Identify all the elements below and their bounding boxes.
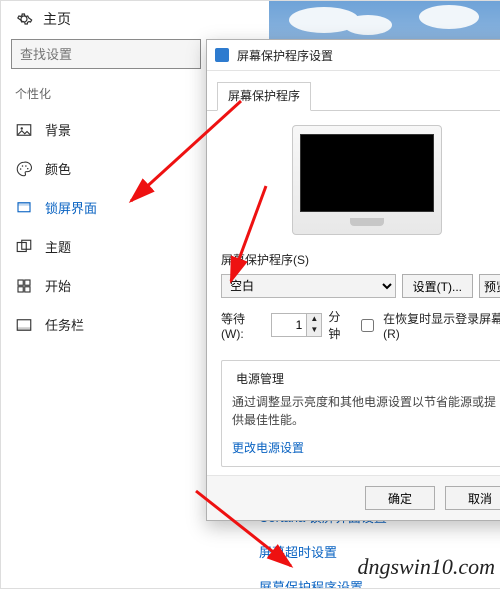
resume-checkbox[interactable] <box>361 319 374 332</box>
preview-screen <box>300 134 434 212</box>
resume-label: 在恢复时显示登录屏幕(R) <box>383 310 500 341</box>
sidebar-item-background[interactable]: 背景 <box>1 110 211 149</box>
wait-label: 等待(W): <box>221 310 265 341</box>
sidebar-item-colors[interactable]: 颜色 <box>1 149 211 188</box>
dialog-title: 屏幕保护程序设置 <box>237 47 333 64</box>
themes-icon <box>15 238 33 256</box>
sidebar-item-label: 开始 <box>45 276 71 295</box>
sidebar-item-start[interactable]: 开始 <box>1 266 211 305</box>
sidebar-item-label: 任务栏 <box>45 315 84 334</box>
section-label: 个性化 <box>1 83 211 110</box>
sidebar-item-label: 颜色 <box>45 159 71 178</box>
start-icon <box>15 277 33 295</box>
preview-button[interactable]: 预览 <box>479 274 500 298</box>
wait-spinner[interactable]: ▲ ▼ <box>271 313 322 337</box>
home-label: 主页 <box>43 9 71 29</box>
screensaver-dialog: 屏幕保护程序设置 屏幕保护程序 屏幕保护程序(S) 空白 设置(T)... 预览 <box>206 39 500 521</box>
watermark: dngswin10.com <box>358 554 496 580</box>
spin-down[interactable]: ▼ <box>307 325 321 336</box>
palette-icon <box>15 160 33 178</box>
search-box[interactable] <box>11 39 201 69</box>
spin-up[interactable]: ▲ <box>307 314 321 325</box>
taskbar-icon <box>15 316 33 334</box>
tab-screensaver[interactable]: 屏幕保护程序 <box>217 82 311 111</box>
monitor-preview <box>292 125 442 235</box>
dialog-icon <box>215 48 229 62</box>
sidebar-item-themes[interactable]: 主题 <box>1 227 211 266</box>
gear-icon <box>15 10 33 28</box>
search-input[interactable] <box>11 39 201 69</box>
desktop-sky <box>269 1 500 39</box>
picture-icon <box>15 121 33 139</box>
lockscreen-icon <box>15 199 33 217</box>
home-row[interactable]: 主页 <box>1 1 211 35</box>
power-group-title: 电源管理 <box>232 370 288 387</box>
wait-unit: 分钟 <box>328 308 351 342</box>
sidebar-item-taskbar[interactable]: 任务栏 <box>1 305 211 344</box>
ok-button[interactable]: 确定 <box>365 486 435 510</box>
sidebar-item-lockscreen[interactable]: 锁屏界面 <box>1 188 211 227</box>
power-link[interactable]: 更改电源设置 <box>232 439 304 456</box>
power-text: 通过调整显示亮度和其他电源设置以节省能源或提供最佳性能。 <box>232 393 500 429</box>
cancel-button[interactable]: 取消 <box>445 486 500 510</box>
sidebar-item-label: 锁屏界面 <box>45 198 97 217</box>
screensaver-label: 屏幕保护程序(S) <box>221 251 500 268</box>
settings-sidebar: 主页 个性化 背景 颜色 锁屏界面 主题 开始 任务栏 <box>1 1 211 588</box>
sidebar-item-label: 背景 <box>45 120 71 139</box>
wait-input[interactable] <box>272 315 306 335</box>
sidebar-item-label: 主题 <box>45 237 71 256</box>
dialog-titlebar[interactable]: 屏幕保护程序设置 <box>207 40 500 71</box>
screensaver-select[interactable]: 空白 <box>221 274 396 298</box>
settings-button[interactable]: 设置(T)... <box>402 274 473 298</box>
